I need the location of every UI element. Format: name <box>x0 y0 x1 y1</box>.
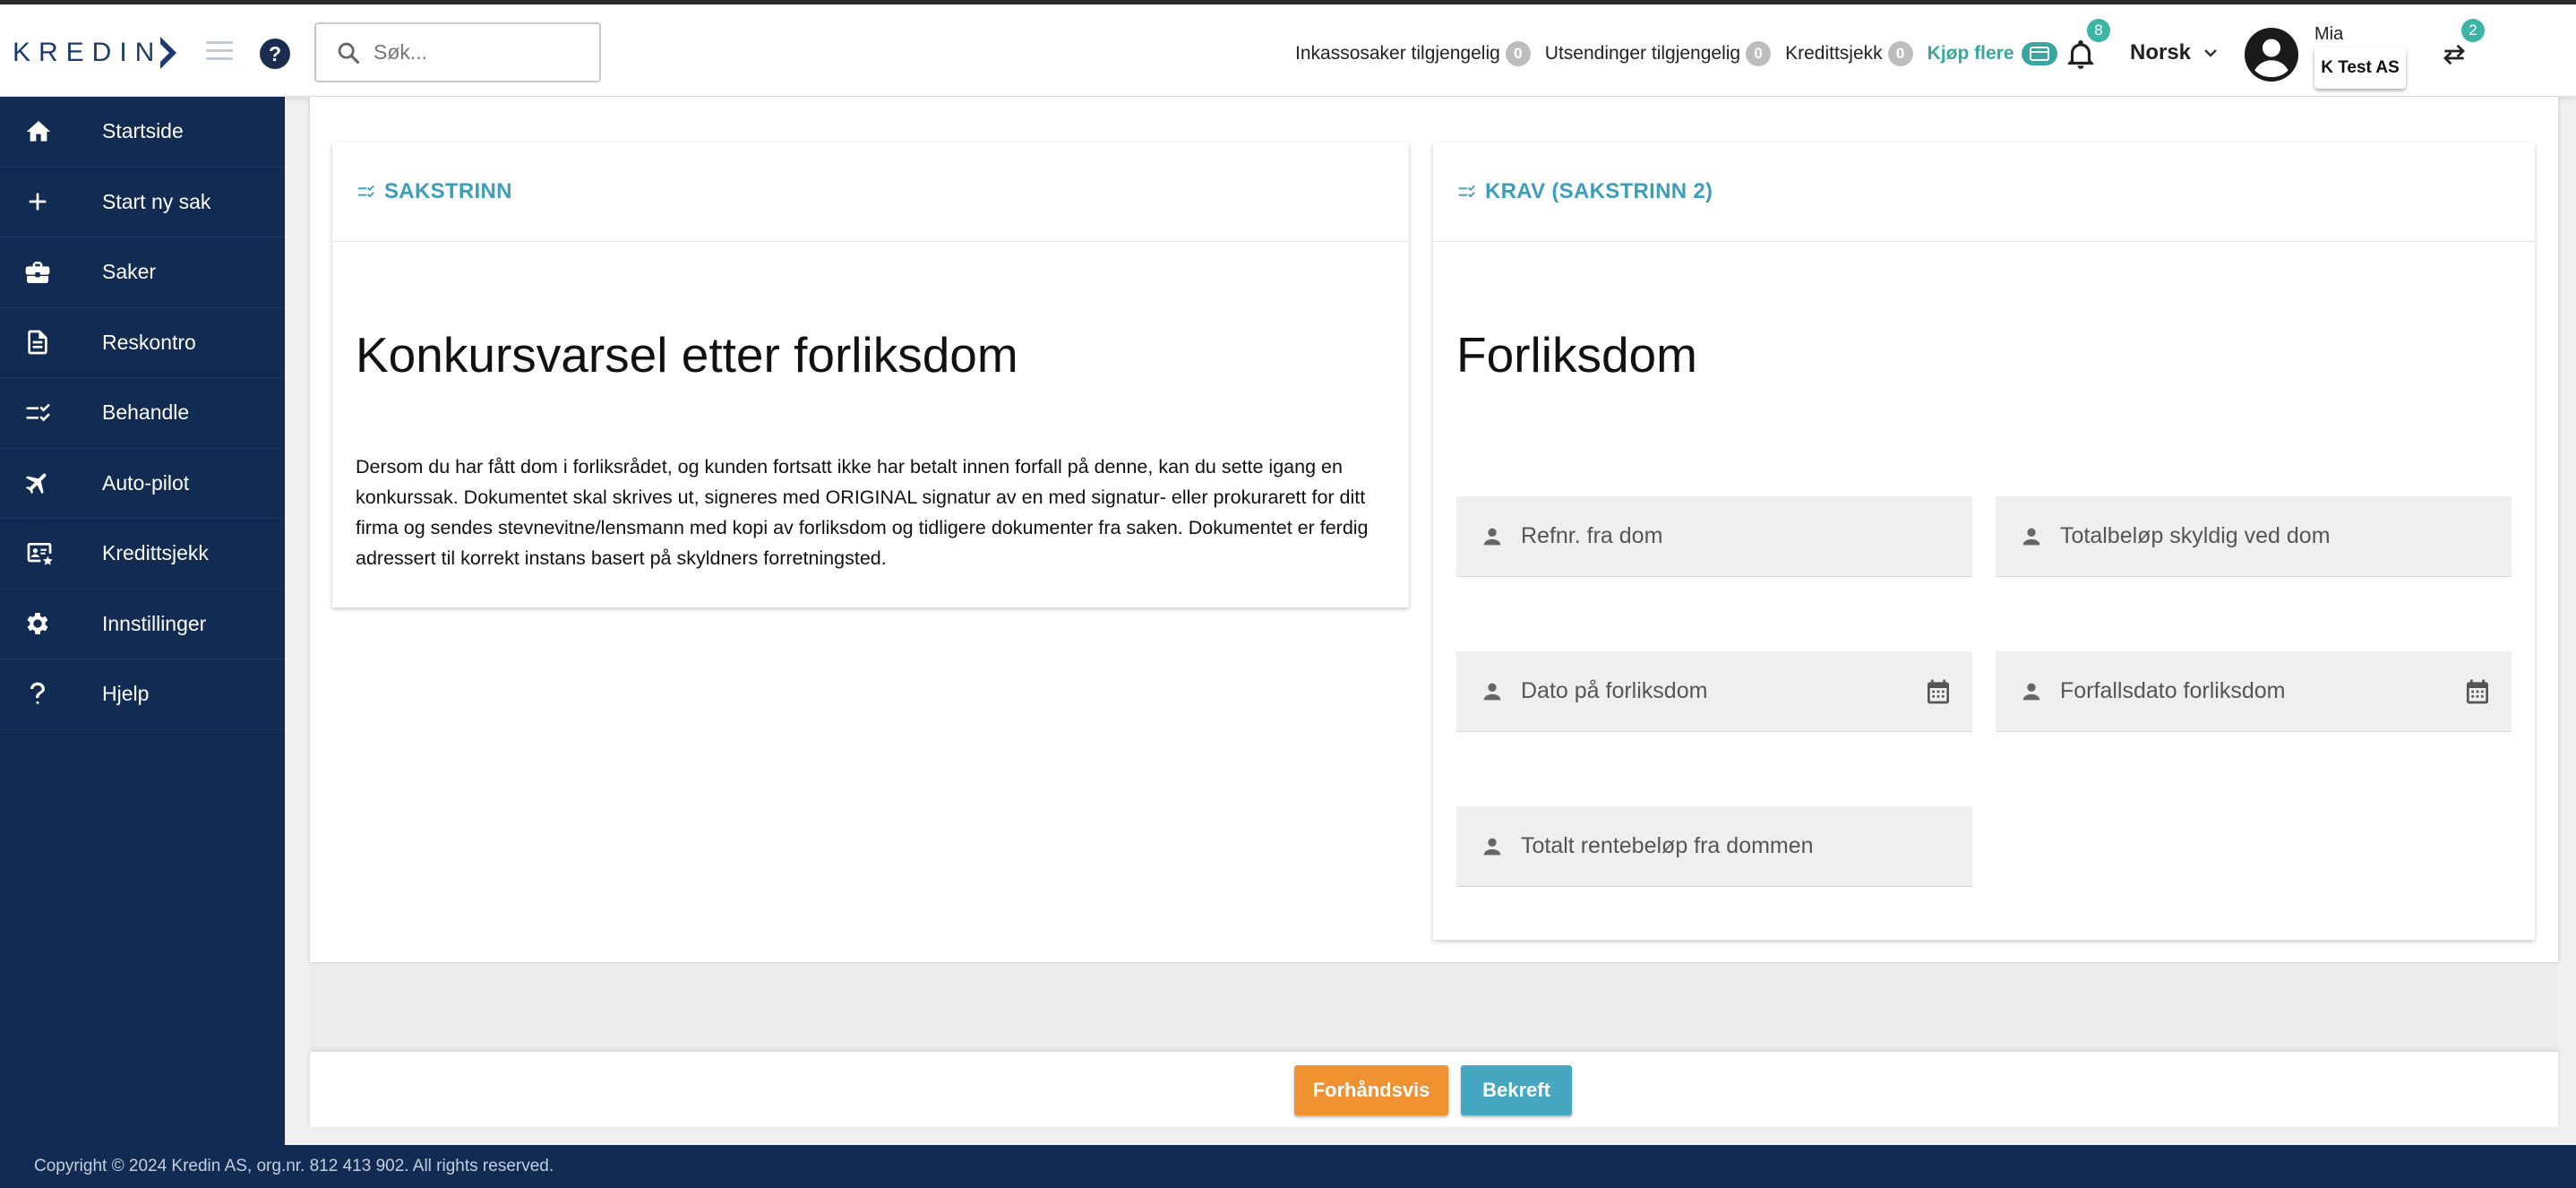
sidebar-item-cases[interactable]: Saker <box>0 237 285 308</box>
action-bar: Forhåndsvis Bekreft <box>310 1052 2558 1127</box>
claim-card: KRAV (SAKSTRINN 2) Forliksdom Refnr. fra… <box>1433 142 2535 940</box>
sidebar-item-help[interactable]: Hjelp <box>0 659 285 730</box>
person-icon <box>1483 528 1501 545</box>
airplane-icon <box>25 473 47 495</box>
credit-card-icon[interactable] <box>2021 42 2057 65</box>
checklist-icon <box>1458 185 1475 198</box>
language-label: Norsk <box>2130 40 2192 65</box>
total-owed-label: Totalbeløp skyldig ved dom <box>2060 523 2331 548</box>
search-input[interactable] <box>374 40 571 65</box>
sidebar-item-startside[interactable]: Startside <box>0 97 285 168</box>
confirm-button[interactable]: Bekreft <box>1461 1065 1572 1115</box>
sidebar-item-settings[interactable]: Innstillinger <box>0 590 285 659</box>
checklist-icon <box>26 403 50 422</box>
ref-no-label: Refnr. fra dom <box>1521 523 1663 548</box>
sidebar-item-label: Reskontro <box>102 330 196 354</box>
due-date-label: Forfallsdato forliksdom <box>2060 678 2286 703</box>
credit-check-label: Kredittsjekk <box>1785 43 1883 64</box>
total-interest-label: Totalt rentebeløp fra dommen <box>1521 833 1814 858</box>
credit-check-count: 0 <box>1887 41 1913 66</box>
question-icon <box>30 682 45 704</box>
top-bar: KREDIN ? Inkassosaker tilgjengelig 0 Uts… <box>0 4 2576 97</box>
id-card-icon <box>27 542 53 565</box>
mailings-label: Utsendinger tilgjengelig <box>1544 43 1741 64</box>
notification-bell-icon[interactable] <box>2064 37 2098 73</box>
calendar-icon[interactable] <box>2463 676 2492 707</box>
menu-toggle-icon[interactable] <box>206 41 236 65</box>
sidebar-item-credit-check[interactable]: Kredittsjekk <box>0 519 285 590</box>
sidebar-item-label: Innstillinger <box>102 611 207 635</box>
copyright-text: Copyright © 2024 Kredin AS, org.nr. 812 … <box>34 1157 554 1175</box>
plus-icon <box>29 193 47 211</box>
content-gap <box>310 963 2558 1049</box>
ref-no-field[interactable]: Refnr. fra dom <box>1456 496 1972 577</box>
person-icon <box>1483 838 1501 855</box>
language-select[interactable]: Norsk <box>2130 40 2218 65</box>
sidebar-item-label: Start ny sak <box>102 189 211 213</box>
sidebar-item-label: Hjelp <box>102 682 150 706</box>
gear-icon <box>27 613 48 635</box>
sidebar-item-ledger[interactable]: Reskontro <box>0 308 285 378</box>
sidebar-item-label: Kredittsjekk <box>102 541 209 565</box>
quota-counters: Inkassosaker tilgjengelig 0 Utsendinger … <box>1295 39 2057 69</box>
sidebar: Startside Start ny sak Saker Reskontro B… <box>0 97 285 1145</box>
sidebar-item-label: Saker <box>102 260 157 284</box>
logo-chevron-icon <box>160 37 177 69</box>
sidebar-item-auto-pilot[interactable]: Auto-pilot <box>0 449 285 519</box>
judgment-date-label: Dato på forliksdom <box>1521 678 1708 703</box>
sidebar-item-label: Auto-pilot <box>102 470 190 495</box>
chevron-down-icon <box>2204 49 2217 57</box>
case-step-card-header: SAKSTRINN <box>332 142 1409 242</box>
help-icon[interactable]: ? <box>260 39 290 69</box>
judgment-date-field[interactable]: Dato på forliksdom <box>1456 651 1972 732</box>
case-step-card-title: SAKSTRINN <box>384 179 512 203</box>
sidebar-item-label: Startside <box>102 119 184 143</box>
logo-wordmark: KREDIN <box>13 38 163 67</box>
person-icon <box>2022 528 2040 545</box>
person-icon <box>1483 683 1501 700</box>
calendar-icon[interactable] <box>1924 676 1953 707</box>
checklist-icon <box>357 185 374 198</box>
sidebar-item-process[interactable]: Behandle <box>0 378 285 449</box>
switch-badge: 2 <box>2461 19 2485 42</box>
collection-cases-count: 0 <box>1505 41 1531 66</box>
claim-card-title: KRAV (SAKSTRINN 2) <box>1485 179 1713 203</box>
person-icon <box>2022 683 2040 700</box>
home-icon <box>26 120 51 142</box>
total-owed-field[interactable]: Totalbeløp skyldig ved dom <box>1996 496 2512 577</box>
sidebar-item-start-new-case[interactable]: Start ny sak <box>0 168 285 237</box>
briefcase-icon <box>25 261 50 283</box>
case-step-card: SAKSTRINN Konkursvarsel etter forliksdom… <box>332 142 1409 607</box>
preview-button[interactable]: Forhåndsvis <box>1294 1065 1448 1115</box>
sidebar-item-label: Behandle <box>102 400 190 425</box>
due-date-field[interactable]: Forfallsdato forliksdom <box>1996 651 2512 732</box>
case-step-title: Konkursvarsel etter forliksdom <box>356 327 1018 383</box>
claim-card-header: KRAV (SAKSTRINN 2) <box>1433 142 2535 242</box>
footer: Copyright © 2024 Kredin AS, org.nr. 812 … <box>0 1145 2576 1188</box>
collection-cases-label: Inkassosaker tilgjengelig <box>1295 43 1500 64</box>
kredin-logo[interactable]: KREDIN <box>13 35 178 71</box>
claim-title: Forliksdom <box>1456 327 1697 383</box>
company-selector-button[interactable]: K Test AS <box>2314 47 2406 89</box>
switch-company-icon[interactable] <box>2438 40 2470 69</box>
document-icon <box>28 330 47 355</box>
mailings-count: 0 <box>1746 41 1772 66</box>
search-icon <box>338 42 360 64</box>
case-step-description: Dersom du har fått dom i forliksrådet, o… <box>356 456 1369 569</box>
total-interest-field[interactable]: Totalt rentebeløp fra dommen <box>1456 806 1972 887</box>
user-name: Mia <box>2314 24 2344 44</box>
notification-badge: 8 <box>2087 19 2110 42</box>
user-avatar-icon[interactable] <box>2245 28 2298 82</box>
search-box[interactable] <box>314 22 601 82</box>
buy-more-link[interactable]: Kjøp flere <box>1928 43 2014 65</box>
